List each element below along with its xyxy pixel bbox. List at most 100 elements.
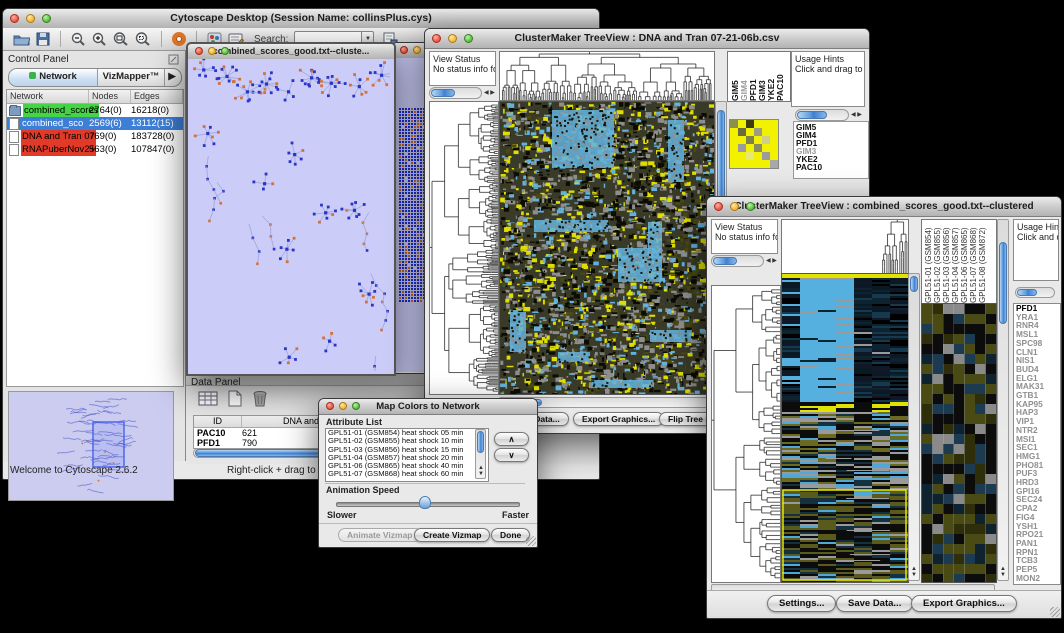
tv2-column-labels[interactable]: GPL51-01 (GSM854)GPL51-02 (GSM855)GPL51-… — [921, 219, 997, 304]
resize-grip[interactable] — [1050, 607, 1060, 617]
minimize-button[interactable] — [26, 14, 35, 23]
tv1-usage-scrollbar[interactable] — [795, 109, 849, 121]
matrix-cell — [754, 128, 762, 136]
tab-overflow-arrow[interactable]: ▶ — [165, 69, 179, 86]
view-status-text: No status info for — [433, 64, 496, 74]
tv1-export-graphics-button[interactable]: Export Graphics... — [573, 412, 664, 426]
tv2-row-dendrogram[interactable] — [711, 285, 781, 583]
network-list-header[interactable]: Network Nodes Edges — [7, 90, 183, 104]
zoom-button[interactable] — [221, 47, 229, 55]
zoom-in-icon[interactable] — [92, 32, 107, 47]
close-button[interactable] — [714, 202, 723, 211]
open-session-icon[interactable] — [13, 32, 30, 46]
matrix-cell — [754, 120, 762, 128]
main-title-bar[interactable]: Cytoscape Desktop (Session Name: collins… — [3, 9, 599, 29]
network-list-row[interactable]: combined_sco2569(6)13112(15) — [7, 117, 183, 130]
grid-network-canvas[interactable] — [399, 108, 427, 303]
tv2-status-scroll-arrows[interactable]: ◀ ▶ — [766, 258, 777, 264]
tv1-status-scroll-arrows[interactable]: ◀ ▶ — [484, 90, 495, 96]
zoom-button[interactable] — [42, 14, 51, 23]
matrix-cell — [746, 128, 754, 136]
tv2-usage-scrollbar[interactable] — [1015, 287, 1055, 298]
tab-vizmapper[interactable]: VizMapper™ — [98, 69, 165, 86]
zoom-fit-icon[interactable] — [113, 32, 129, 47]
minimize-button[interactable] — [730, 202, 739, 211]
network-list-row[interactable]: RNAPuberNov2+563(0)107847(0) — [7, 143, 183, 156]
network-overview-canvas[interactable] — [9, 392, 171, 498]
network-canvas[interactable] — [188, 59, 390, 371]
delete-attribute-icon[interactable] — [252, 390, 268, 407]
tv2-zoom-heatmap[interactable] — [921, 303, 997, 583]
tv1-status-scrollbar[interactable] — [429, 87, 482, 99]
speed-slider-thumb[interactable] — [419, 496, 431, 509]
network-view-window: combined_scores_good.txt--cluste... — [186, 42, 396, 376]
network-list-row[interactable]: combined_scores2764(0)16218(0) — [7, 104, 183, 117]
minimize-button[interactable] — [448, 34, 457, 43]
tv2-zoom-vscrollbar[interactable]: ▲▼ — [997, 219, 1009, 581]
matrix-cell — [770, 160, 778, 168]
tv2-column-dendrogram[interactable] — [781, 219, 909, 275]
zoom-button[interactable] — [464, 34, 473, 43]
tv2-gene-list[interactable]: PFD1YRA1RNR4MSL1SPC98CLN1NIS1BUD4ELG1MAK… — [1013, 303, 1061, 585]
minimize-button[interactable] — [208, 47, 216, 55]
done-button[interactable]: Done — [491, 528, 530, 542]
attribute-select-icon[interactable] — [198, 390, 218, 407]
view-status-label: View Status — [715, 222, 762, 232]
tv1-usage-scroll-arrows[interactable]: ◀ ▶ — [851, 112, 862, 118]
attribute-list-item[interactable]: GPL51-07 (GSM868) heat shock 60 min — [326, 470, 488, 478]
tv2-save-data-button[interactable]: Save Data... — [836, 595, 913, 612]
network-overview-panel[interactable] — [8, 391, 174, 501]
tv1-column-labels[interactable]: GIM5GIM4PFD1GIM3YKE2PAC10 — [727, 51, 791, 102]
tv2-heatmap-vscrollbar[interactable]: ▲▼ — [908, 273, 920, 581]
close-button[interactable] — [195, 47, 203, 55]
zoom-selected-icon[interactable] — [135, 32, 151, 47]
help-icon[interactable] — [172, 32, 186, 46]
attribute-list-scrollbar[interactable]: ▲▼ — [475, 429, 486, 479]
tv1-row-labels[interactable]: GIM5GIM4PFD1GIM3YKE2PAC10 — [793, 121, 869, 179]
tv2-zoom-vscroll-thumb[interactable] — [999, 242, 1007, 324]
float-panel-icon[interactable] — [168, 54, 179, 65]
zoom-out-icon[interactable] — [71, 32, 86, 47]
save-session-icon[interactable] — [36, 32, 50, 46]
zoom-button[interactable] — [352, 402, 360, 410]
close-button[interactable] — [400, 46, 408, 54]
tv2-status-scrollbar[interactable] — [711, 255, 764, 267]
tv2-vscroll-thumb[interactable] — [910, 276, 918, 292]
matrix-cell — [770, 120, 778, 128]
matrix-cell — [762, 136, 770, 144]
minimize-button[interactable] — [413, 46, 421, 54]
tv1-global-heatmap[interactable] — [499, 101, 715, 395]
gene-label[interactable]: MON2 — [1014, 574, 1060, 583]
tv1-zoom-matrix[interactable] — [729, 119, 779, 169]
id-column-header[interactable]: ID — [194, 416, 242, 427]
move-up-button[interactable]: ∧ — [494, 432, 529, 446]
control-panel: Control Panel Network VizMapper™ ▶ Netwo… — [3, 51, 186, 461]
attribute-scroll-thumb[interactable] — [477, 431, 484, 453]
tv1-row-dendrogram[interactable] — [429, 101, 499, 395]
move-down-button[interactable]: ∨ — [494, 448, 529, 462]
resize-grip[interactable] — [526, 536, 536, 546]
tv2-view-status-panel: View StatusNo status info for — [711, 219, 778, 254]
file-icon — [9, 131, 19, 143]
new-attribute-icon[interactable] — [227, 390, 243, 407]
column-label: GPL51-01 (GSM854) — [924, 220, 933, 303]
tv2-settings-button[interactable]: Settings... — [767, 595, 836, 612]
close-button[interactable] — [10, 14, 19, 23]
network-list-row[interactable]: DNA and Tran 07769(0)183728(0) — [7, 130, 183, 143]
zoom-button[interactable] — [746, 202, 755, 211]
close-button[interactable] — [432, 34, 441, 43]
tv1-usage-hints-panel: Usage HintsClick and drag to — [791, 51, 865, 107]
minimize-button[interactable] — [339, 402, 347, 410]
tv1-column-dendrogram[interactable] — [499, 51, 715, 101]
create-vizmap-button[interactable]: Create Vizmap — [414, 528, 490, 542]
tv2-global-heatmap[interactable] — [781, 273, 909, 583]
matrix-cell — [762, 128, 770, 136]
matrix-cell — [746, 120, 754, 128]
column-label: PFD1 — [748, 52, 757, 101]
animate-vizmap-button[interactable]: Animate Vizmap — [338, 528, 422, 542]
matrix-cell — [730, 128, 738, 136]
attribute-listbox[interactable]: GPL51-01 (GSM854) heat shock 05 minGPL51… — [325, 428, 489, 482]
tv2-export-graphics-button[interactable]: Export Graphics... — [911, 595, 1017, 612]
tab-network[interactable]: Network — [9, 69, 98, 86]
close-button[interactable] — [326, 402, 334, 410]
